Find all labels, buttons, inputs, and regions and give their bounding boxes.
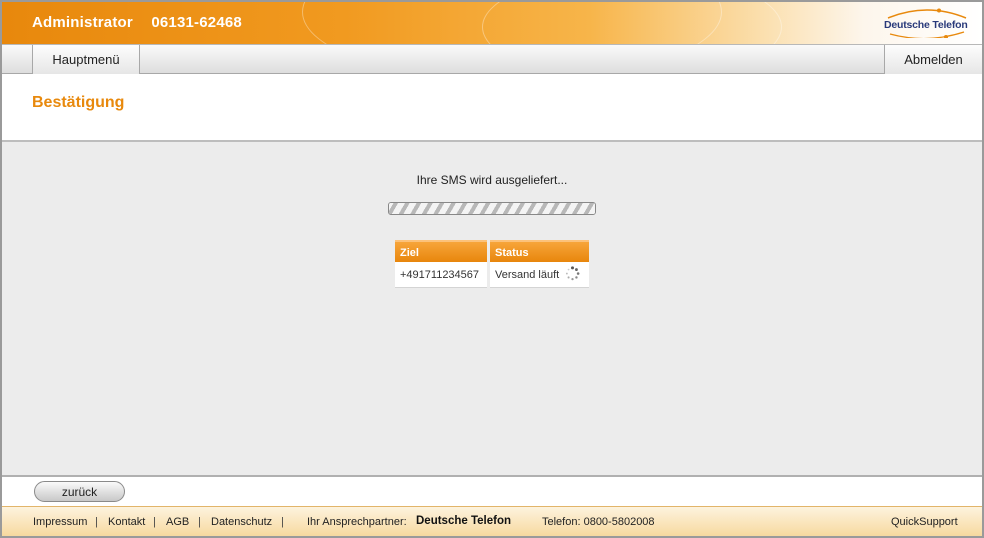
contact-phone: Telefon: 0800-5802008: [542, 516, 655, 528]
footer-separator: |: [198, 516, 201, 528]
brand-logo: Deutsche Telefon: [884, 8, 970, 38]
main-menu-button[interactable]: Hauptmenü: [32, 45, 140, 74]
footer-link-agb[interactable]: AGB: [166, 516, 189, 528]
footer-link-kontakt[interactable]: Kontakt: [108, 516, 145, 528]
header-bar: Administrator 06131-62468 Deutsche Telef…: [2, 2, 982, 44]
column-header-status: Status: [490, 240, 589, 262]
footer-separator: |: [153, 516, 156, 528]
column-header-target: Ziel: [395, 240, 487, 262]
delivery-status-message: Ihre SMS wird ausgeliefert...: [416, 173, 568, 187]
page-title-bar: Bestätigung: [2, 74, 982, 142]
logo-text: Deutsche Telefon: [884, 19, 968, 31]
header-phone-number: 06131-62468: [151, 14, 242, 31]
footer-separator: |: [95, 516, 98, 528]
status-column: Status Versand läuft: [490, 240, 589, 288]
table-cell-status: Versand läuft: [490, 262, 589, 288]
contact-label: Ihr Ansprechpartner:: [307, 516, 407, 528]
contact-name: Deutsche Telefon: [416, 515, 511, 527]
footer-link-datenschutz[interactable]: Datenschutz: [211, 516, 272, 528]
main-content: Ihre SMS wird ausgeliefert... Ziel +4917…: [2, 142, 982, 475]
user-role: Administrator: [32, 14, 133, 31]
navigation-bar: Hauptmenü Abmelden: [2, 44, 982, 74]
table-cell-target: +491711234567: [395, 262, 487, 288]
back-button[interactable]: zurück: [34, 481, 125, 502]
page-title: Bestätigung: [32, 94, 125, 111]
loading-spinner-icon: [566, 265, 580, 280]
header-title: Administrator 06131-62468: [32, 14, 256, 31]
target-column: Ziel +491711234567: [395, 240, 487, 288]
footer: Impressum | Kontakt | AGB | Datenschutz …: [2, 506, 982, 536]
footer-link-impressum[interactable]: Impressum: [33, 516, 87, 528]
status-text: Versand läuft: [495, 269, 560, 281]
footer-separator: |: [281, 516, 284, 528]
app-window: Administrator 06131-62468 Deutsche Telef…: [0, 0, 984, 538]
bottom-action-bar: zurück: [2, 475, 982, 506]
progress-bar: [388, 202, 596, 215]
quicksupport-link[interactable]: QuickSupport: [891, 516, 958, 528]
logout-button[interactable]: Abmelden: [884, 45, 982, 74]
header-decoration: [482, 2, 782, 44]
progress-bar-fill: [389, 203, 595, 214]
